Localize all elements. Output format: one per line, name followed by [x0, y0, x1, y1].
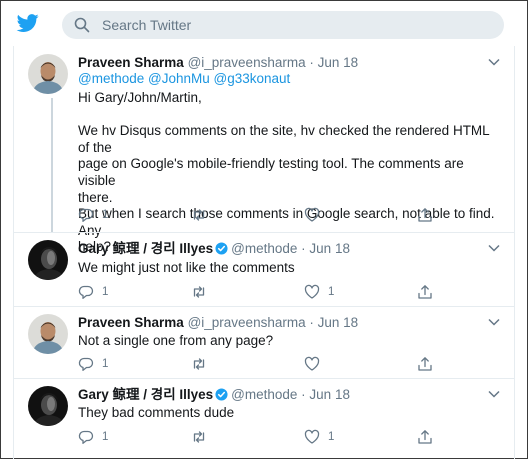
text-line: We hv Disqus comments on the site, hv ch… [78, 123, 490, 155]
text-line: there. [78, 189, 113, 205]
separator-dot: · [301, 241, 306, 256]
tweet-header: Gary 鲸理 / 경리 Illyes @methode · Jun 18 [78, 240, 350, 258]
reply-button[interactable]: 1 [78, 355, 108, 373]
mention-link[interactable]: @methode [78, 71, 144, 86]
reply-count: 1 [102, 209, 109, 221]
tweet-actions: 1 [78, 206, 438, 224]
tweet-text: Not a single one from any page? [78, 333, 503, 350]
reply-icon [78, 208, 94, 222]
author-name[interactable]: Gary 鲸理 / 경리 Illyes [78, 241, 213, 256]
share-icon [418, 357, 432, 371]
avatar[interactable] [28, 314, 68, 354]
author-handle[interactable]: @methode [231, 241, 297, 256]
reply-button[interactable]: 1 [78, 428, 108, 446]
share-button[interactable] [417, 206, 433, 224]
text-line: Not a single one from any page? [78, 333, 274, 348]
tweet-header: Gary 鲸理 / 경리 Illyes @methode · Jun 18 [78, 386, 350, 404]
like-button[interactable] [304, 206, 320, 224]
chevron-down-icon[interactable] [488, 244, 500, 252]
reply-icon [78, 285, 94, 299]
author-name[interactable]: Gary 鲸理 / 경리 Illyes [78, 387, 213, 402]
reply-icon [78, 357, 94, 371]
author-handle[interactable]: @i_praveensharma [188, 315, 306, 330]
like-button[interactable]: 1 [304, 428, 334, 446]
text-line: They bad comments dude [78, 405, 235, 420]
text-line: Hi Gary/John/Martin, [78, 90, 202, 105]
tweet-mentions: @methode @JohnMu @g33konaut [78, 71, 503, 88]
tweet-text: We might just not like the comments [78, 260, 503, 277]
thread-line [51, 98, 53, 232]
tweet-actions: 1 1 [78, 428, 438, 446]
mention-link[interactable]: @JohnMu [148, 71, 210, 86]
avatar[interactable] [28, 240, 68, 280]
like-button[interactable]: 1 [304, 283, 334, 301]
retweet-button[interactable] [191, 206, 207, 224]
reply-count: 1 [102, 358, 109, 370]
chevron-down-icon[interactable] [488, 318, 500, 326]
tweet-header: Praveen Sharma @i_praveensharma · Jun 18 [78, 314, 358, 332]
chevron-down-icon[interactable] [488, 58, 500, 66]
tweet-date[interactable]: Jun 18 [318, 315, 359, 330]
retweet-icon [193, 286, 205, 298]
separator-dot: · [309, 55, 314, 70]
retweet-button[interactable] [191, 428, 207, 446]
author-handle[interactable]: @methode [231, 387, 297, 402]
reply-count: 1 [102, 286, 109, 298]
tweet-actions: 1 1 [78, 283, 438, 301]
tweet[interactable]: Praveen Sharma @i_praveensharma · Jun 18… [14, 306, 514, 378]
retweet-icon [193, 358, 205, 370]
retweet-button[interactable] [191, 283, 207, 301]
twitter-bird-icon[interactable] [15, 12, 41, 34]
retweet-icon [193, 431, 205, 443]
like-count: 1 [328, 431, 335, 443]
author-name[interactable]: Praveen Sharma [78, 315, 184, 330]
heart-icon [304, 207, 320, 222]
retweet-button[interactable] [191, 355, 207, 373]
heart-icon [304, 429, 320, 444]
verified-badge-icon [215, 388, 228, 401]
share-button[interactable] [417, 283, 433, 301]
share-icon [418, 430, 432, 444]
share-button[interactable] [417, 428, 433, 446]
retweet-icon [193, 209, 205, 221]
heart-icon [304, 356, 320, 371]
tweet-actions: 1 [78, 355, 438, 373]
share-button[interactable] [417, 355, 433, 373]
share-icon [418, 208, 432, 222]
top-bar [1, 1, 527, 47]
tweet-date[interactable]: Jun 18 [309, 387, 350, 402]
reply-count: 1 [102, 431, 109, 443]
tweet[interactable]: Gary 鲸理 / 경리 Illyes @methode · Jun 18 We … [14, 232, 514, 306]
avatar[interactable] [28, 54, 68, 94]
reply-icon [78, 430, 94, 444]
conversation-timeline: Praveen Sharma @i_praveensharma · Jun 18… [13, 46, 515, 459]
tweet[interactable]: Praveen Sharma @i_praveensharma · Jun 18… [14, 46, 514, 254]
like-count: 1 [328, 286, 335, 298]
search-input[interactable] [102, 11, 482, 39]
reply-button[interactable]: 1 [78, 283, 108, 301]
verified-badge-icon [215, 242, 228, 255]
search-icon [74, 17, 90, 33]
mention-link[interactable]: @g33konaut [214, 71, 291, 86]
reply-button[interactable]: 1 [78, 206, 108, 224]
author-handle[interactable]: @i_praveensharma [188, 55, 306, 70]
text-line: page on Google's mobile-friendly testing… [78, 156, 464, 188]
tweet-header: Praveen Sharma @i_praveensharma · Jun 18 [78, 54, 358, 72]
tweet-text: They bad comments dude [78, 405, 503, 422]
tweet-date[interactable]: Jun 18 [318, 55, 359, 70]
author-name[interactable]: Praveen Sharma [78, 55, 184, 70]
chevron-down-icon[interactable] [488, 390, 500, 398]
heart-icon [304, 284, 320, 299]
search-box[interactable] [62, 11, 504, 39]
separator-dot: · [301, 387, 306, 402]
avatar[interactable] [28, 386, 68, 426]
tweet[interactable]: Gary 鲸理 / 경리 Illyes @methode · Jun 18 The… [14, 378, 514, 459]
share-icon [418, 285, 432, 299]
text-line: We might just not like the comments [78, 260, 295, 275]
tweet-date[interactable]: Jun 18 [309, 241, 350, 256]
like-button[interactable] [304, 355, 320, 373]
separator-dot: · [309, 315, 314, 330]
